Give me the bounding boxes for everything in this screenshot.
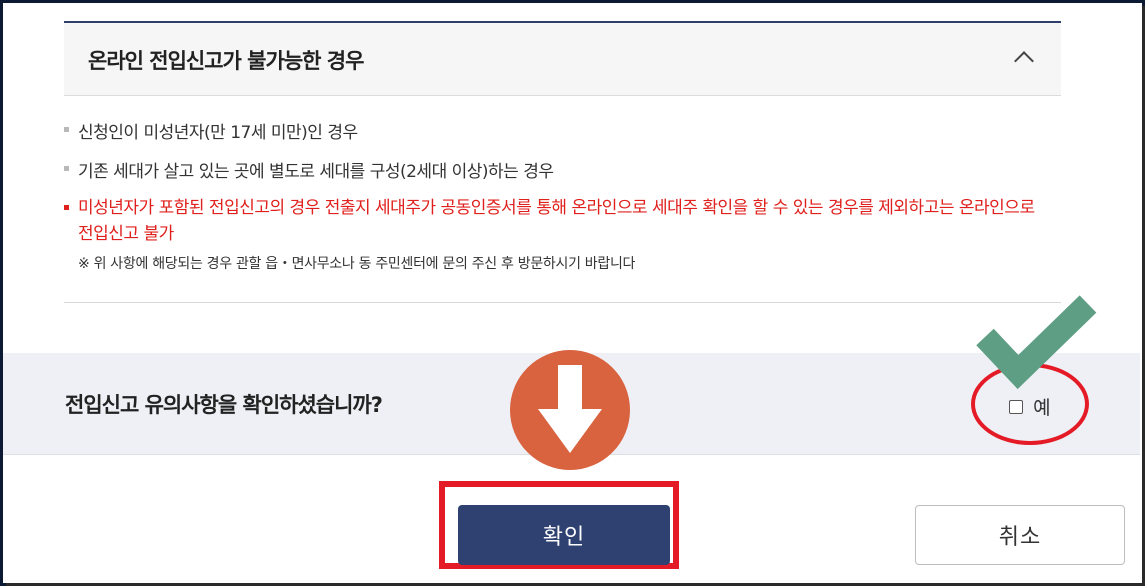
condition-list: 신청인이 미성년자(만 17세 미만)인 경우 기존 세대가 살고 있는 곳에 … xyxy=(64,118,1054,273)
chevron-up-icon[interactable] xyxy=(1014,51,1034,71)
condition-text: 기존 세대가 살고 있는 곳에 별도로 세대를 구성(2세대 이상)하는 경우 xyxy=(78,162,554,182)
bullet-icon xyxy=(64,205,69,210)
bullet-icon xyxy=(64,127,69,132)
confirm-question: 전입신고 유의사항을 확인하셨습니까? xyxy=(65,393,383,417)
divider xyxy=(64,302,1061,303)
warning-text: 미성년자가 포함된 전입신고의 경우 전출지 세대주가 공동인증서를 통해 온라… xyxy=(78,198,1035,244)
list-item: 신청인이 미성년자(만 17세 미만)인 경우 xyxy=(64,118,1054,143)
bullet-icon xyxy=(64,166,69,171)
confirm-button[interactable]: 확인 xyxy=(458,505,670,565)
list-item: 기존 세대가 살고 있는 곳에 별도로 세대를 구성(2세대 이상)하는 경우 xyxy=(64,157,1054,182)
accordion-header[interactable]: 온라인 전입신고가 불가능한 경우 xyxy=(64,21,1061,96)
checkmark-icon xyxy=(976,295,1097,390)
down-arrow-icon xyxy=(510,350,630,470)
notice-text: ※ 위 사항에 해당되는 경우 관할 읍・면사무소나 동 주민센터에 문의 주신… xyxy=(78,256,636,272)
section-title: 온라인 전입신고가 불가능한 경우 xyxy=(88,49,364,73)
cancel-button[interactable]: 취소 xyxy=(915,505,1125,565)
list-item-warning: 미성년자가 포함된 전입신고의 경우 전출지 세대주가 공동인증서를 통해 온라… xyxy=(64,195,1054,247)
condition-text: 신청인이 미성년자(만 17세 미만)인 경우 xyxy=(78,123,358,143)
